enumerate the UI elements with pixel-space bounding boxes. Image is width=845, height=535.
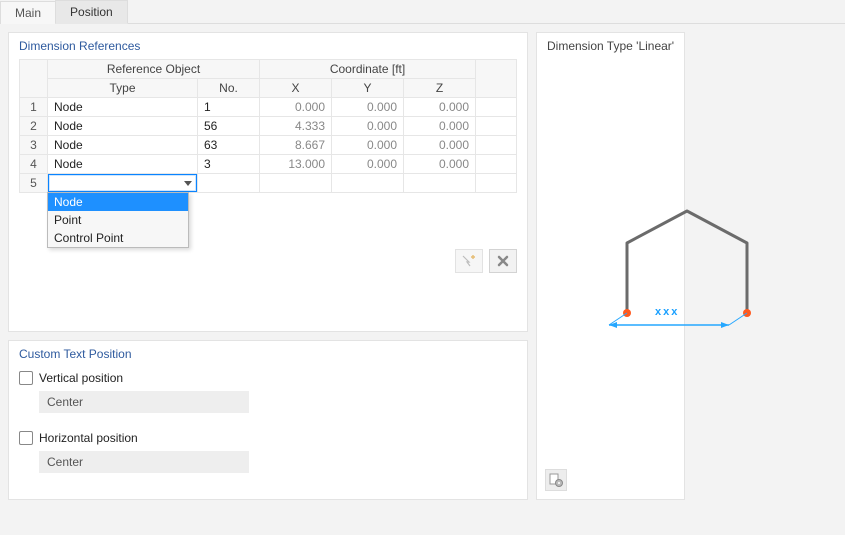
left-column: Dimension References Reference Object Co — [8, 32, 528, 500]
cell-y[interactable]: 0.000 — [332, 98, 404, 117]
references-table: Reference Object Coordinate [ft] Type No… — [19, 59, 517, 193]
dimension-type-preview-panel: Dimension Type 'Linear' xxx — [536, 32, 685, 500]
type-dropdown-list: Node Point Control Point — [47, 192, 189, 248]
cell-no[interactable]: 3 — [198, 155, 260, 174]
cell-x[interactable]: 0.000 — [260, 98, 332, 117]
cell-x[interactable]: 8.667 — [260, 136, 332, 155]
preview-title: Dimension Type 'Linear' — [547, 39, 674, 53]
cell-x[interactable]: 13.000 — [260, 155, 332, 174]
cell-no[interactable]: 63 — [198, 136, 260, 155]
vertical-position-select[interactable]: Center — [39, 391, 249, 413]
table-row-editing[interactable]: 5 Node Point Control Point — [20, 174, 517, 193]
close-icon — [496, 254, 510, 268]
type-select[interactable] — [48, 174, 197, 192]
tab-bar: Main Position — [0, 0, 845, 24]
row-index: 4 — [20, 155, 48, 174]
preview-graphic: xxx — [587, 153, 787, 353]
cell-spare — [476, 174, 517, 193]
content: Dimension References Reference Object Co — [0, 24, 845, 508]
dimension-references-panel: Dimension References Reference Object Co — [8, 32, 528, 332]
header-x: X — [260, 79, 332, 98]
vertical-position-label: Vertical position — [39, 371, 123, 385]
dimension-references-title: Dimension References — [19, 39, 517, 53]
custom-text-position-panel: Custom Text Position Vertical position C… — [8, 340, 528, 500]
header-spare — [476, 60, 517, 98]
header-reference-object: Reference Object — [48, 60, 260, 79]
header-z: Z — [404, 79, 476, 98]
preview-settings-button[interactable] — [545, 469, 567, 491]
type-option-point[interactable]: Point — [48, 211, 188, 229]
cell-x[interactable]: 4.333 — [260, 117, 332, 136]
cell-z[interactable]: 0.000 — [404, 117, 476, 136]
dimension-text: xxx — [655, 306, 679, 318]
references-toolbar — [19, 249, 517, 273]
row-index: 5 — [20, 174, 48, 193]
document-gear-icon — [548, 472, 564, 488]
chevron-down-icon — [184, 181, 192, 186]
type-option-control-point[interactable]: Control Point — [48, 229, 188, 247]
cell-spare — [476, 136, 517, 155]
cell-type[interactable]: Node — [48, 117, 198, 136]
cell-type-dropdown[interactable]: Node Point Control Point — [48, 174, 198, 193]
type-option-node[interactable]: Node — [48, 193, 188, 211]
cell-z[interactable]: 0.000 — [404, 155, 476, 174]
cell-z[interactable] — [404, 174, 476, 193]
cell-no[interactable]: 1 — [198, 98, 260, 117]
header-coordinate: Coordinate [ft] — [260, 60, 476, 79]
row-index: 1 — [20, 98, 48, 117]
cell-y[interactable]: 0.000 — [332, 117, 404, 136]
horizontal-position-label: Horizontal position — [39, 431, 138, 445]
table-row[interactable]: 2 Node 56 4.333 0.000 0.000 — [20, 117, 517, 136]
tab-position[interactable]: Position — [55, 0, 128, 24]
cell-no[interactable] — [198, 174, 260, 193]
cell-y[interactable]: 0.000 — [332, 155, 404, 174]
cell-type[interactable]: Node — [48, 98, 198, 117]
row-index: 3 — [20, 136, 48, 155]
header-y: Y — [332, 79, 404, 98]
custom-text-position-title: Custom Text Position — [19, 347, 517, 361]
pick-arrow-icon — [461, 254, 477, 268]
cell-type[interactable]: Node — [48, 136, 198, 155]
horizontal-position-select[interactable]: Center — [39, 451, 249, 473]
header-type: Type — [48, 79, 198, 98]
table-row[interactable]: 4 Node 3 13.000 0.000 0.000 — [20, 155, 517, 174]
table-row[interactable]: 1 Node 1 0.000 0.000 0.000 — [20, 98, 517, 117]
horizontal-position-row: Horizontal position — [19, 431, 517, 445]
cell-spare — [476, 155, 517, 174]
cell-x[interactable] — [260, 174, 332, 193]
cell-z[interactable]: 0.000 — [404, 136, 476, 155]
cell-no[interactable]: 56 — [198, 117, 260, 136]
tab-main[interactable]: Main — [0, 1, 56, 24]
cell-type[interactable]: Node — [48, 155, 198, 174]
delete-row-button[interactable] — [489, 249, 517, 273]
cell-spare — [476, 98, 517, 117]
vertical-position-row: Vertical position — [19, 371, 517, 385]
row-index: 2 — [20, 117, 48, 136]
pick-from-view-button[interactable] — [455, 249, 483, 273]
cell-y[interactable]: 0.000 — [332, 136, 404, 155]
header-no: No. — [198, 79, 260, 98]
cell-y[interactable] — [332, 174, 404, 193]
header-blank — [20, 60, 48, 98]
cell-z[interactable]: 0.000 — [404, 98, 476, 117]
table-row[interactable]: 3 Node 63 8.667 0.000 0.000 — [20, 136, 517, 155]
horizontal-position-checkbox[interactable] — [19, 431, 33, 445]
vertical-position-checkbox[interactable] — [19, 371, 33, 385]
cell-spare — [476, 117, 517, 136]
